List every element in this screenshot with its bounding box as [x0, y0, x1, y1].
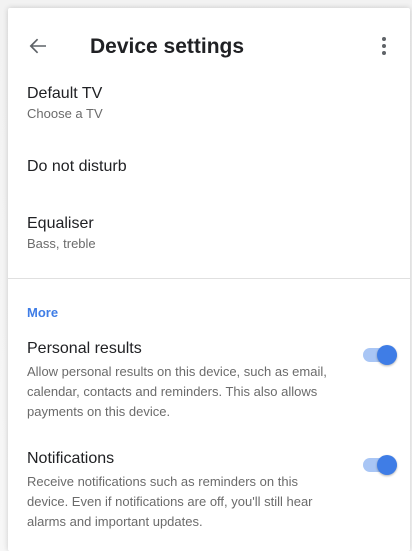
personal-results-toggle[interactable]: [363, 345, 397, 365]
back-button[interactable]: [26, 34, 50, 58]
personal-results-label: Personal results: [27, 340, 142, 357]
more-vert-icon: [382, 37, 386, 55]
setting-equaliser[interactable]: Equaliser Bass, treble: [27, 215, 387, 251]
default-tv-value: Choose a TV: [27, 106, 103, 121]
toggle-thumb: [377, 455, 397, 475]
notifications-toggle[interactable]: [363, 455, 397, 475]
screen-frame: Device settings Default TV Choose a TV D…: [0, 0, 412, 551]
do-not-disturb-label: Do not disturb: [27, 158, 127, 175]
equaliser-value: Bass, treble: [27, 236, 96, 251]
section-heading-more: More: [27, 305, 59, 320]
setting-default-tv[interactable]: Default TV Choose a TV: [27, 85, 387, 121]
settings-card: Device settings Default TV Choose a TV D…: [8, 8, 410, 551]
setting-notifications[interactable]: Notifications Receive notifications such…: [27, 450, 399, 532]
default-tv-label: Default TV: [27, 85, 103, 102]
equaliser-label: Equaliser: [27, 215, 94, 232]
toggle-thumb: [377, 345, 397, 365]
notifications-label: Notifications: [27, 450, 115, 467]
page-title: Device settings: [90, 35, 245, 58]
overflow-menu-button[interactable]: [380, 35, 388, 57]
setting-personal-results[interactable]: Personal results Allow personal results …: [27, 340, 399, 422]
app-bar: Device settings: [8, 8, 410, 80]
notifications-description: Receive notifications such as reminders …: [27, 474, 313, 529]
setting-do-not-disturb[interactable]: Do not disturb: [27, 158, 387, 176]
arrow-back-icon: [29, 38, 46, 54]
personal-results-description: Allow personal results on this device, s…: [27, 364, 327, 419]
section-divider: [8, 278, 410, 279]
